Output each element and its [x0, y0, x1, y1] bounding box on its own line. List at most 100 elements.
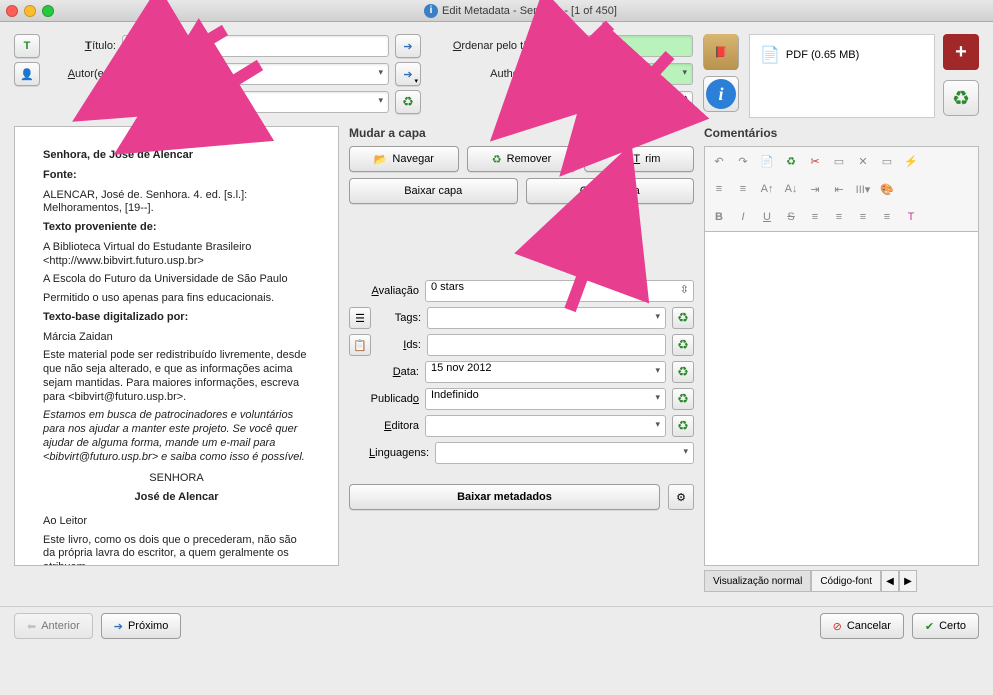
- published-input[interactable]: Indefinido: [425, 388, 666, 410]
- indent-button[interactable]: ⇥: [805, 179, 825, 199]
- recycle-icon: ♻: [677, 310, 689, 326]
- remove-cover-button[interactable]: ♻Remover: [467, 146, 577, 172]
- check-icon: ✔: [925, 620, 934, 633]
- undo-button[interactable]: ↶: [709, 151, 729, 171]
- superscript-button[interactable]: A↑: [757, 179, 777, 199]
- justify-left-button[interactable]: ≡: [805, 207, 825, 227]
- open-book-button[interactable]: 📕: [703, 34, 739, 70]
- browse-cover-button[interactable]: 📂Navegar: [349, 146, 459, 172]
- tab-source-view[interactable]: Código-font: [811, 570, 881, 592]
- comments-editor[interactable]: [704, 231, 979, 566]
- justify-full-button[interactable]: ≡: [877, 207, 897, 227]
- italic-button[interactable]: I: [733, 207, 753, 227]
- languages-label: Linguagens:: [349, 447, 429, 459]
- tab-scroll-left[interactable]: ◀: [881, 570, 899, 592]
- format-label: PDF (0.65 MB): [786, 49, 859, 61]
- zoom-window[interactable]: [42, 5, 54, 17]
- ids-label: Ids:: [377, 339, 421, 351]
- config-metadata-button[interactable]: ⚙: [668, 484, 694, 510]
- date-label: Data:: [349, 366, 419, 378]
- cancel-icon: ⊘: [833, 620, 842, 633]
- clear-tags-button[interactable]: ♻: [672, 307, 694, 329]
- download-metadata-button[interactable]: Baixar metadados: [349, 484, 660, 510]
- recycle-icon: ♻: [952, 86, 970, 111]
- clear-date-button[interactable]: ♻: [672, 361, 694, 383]
- next-button[interactable]: ➔Próximo: [101, 613, 182, 639]
- trim-icon: ▣: [618, 153, 628, 166]
- text-icon: T: [24, 40, 31, 52]
- manage-authors-button[interactable]: 👤: [14, 62, 40, 86]
- redo-button[interactable]: ↷: [733, 151, 753, 171]
- arrow-left-icon: ⬅: [27, 620, 36, 633]
- clear-series-button[interactable]: ♻: [395, 90, 421, 114]
- languages-input[interactable]: [435, 442, 694, 464]
- download-cover-button[interactable]: Baixar capa: [349, 178, 518, 204]
- cancel-button[interactable]: ⊘Cancelar: [820, 613, 904, 639]
- generate-cover-button[interactable]: Gerar capa: [526, 178, 695, 204]
- minimize-window[interactable]: [24, 5, 36, 17]
- series-number-input[interactable]: 1,00▴▾: [553, 91, 693, 113]
- recycle-icon: ♻: [492, 153, 502, 166]
- justify-right-button[interactable]: ≡: [853, 207, 873, 227]
- comments-toolbar: ↶ ↷ 📄 ♻ ✂ ▭ ✕ ▭ ⚡ ≡ ≡ A↑ A↓ ⇥ ⇤ III▾ 🎨 B: [704, 146, 979, 231]
- tags-editor-button[interactable]: ☰: [349, 307, 371, 329]
- cut-button[interactable]: ✂: [805, 151, 825, 171]
- cover-preview[interactable]: Senhora, de José de Alencar Fonte: ALENC…: [14, 126, 339, 566]
- clear-published-button[interactable]: ♻: [672, 388, 694, 410]
- select-all-button[interactable]: ▭: [829, 151, 849, 171]
- published-label: Publicado: [349, 393, 419, 405]
- copy-button[interactable]: 📄: [757, 151, 777, 171]
- align-left-button[interactable]: ≡: [709, 179, 729, 199]
- clear-button[interactable]: ▭: [877, 151, 897, 171]
- ok-button[interactable]: ✔Certo: [912, 613, 979, 639]
- tags-input[interactable]: [427, 307, 666, 329]
- close-window[interactable]: [6, 5, 18, 17]
- outdent-button[interactable]: ⇤: [829, 179, 849, 199]
- recycle-icon: ♻: [677, 337, 689, 353]
- rating-input[interactable]: 0 stars: [425, 280, 694, 302]
- window-controls: [6, 5, 54, 17]
- heading-button[interactable]: III▾: [853, 179, 873, 199]
- format-pdf-item[interactable]: 📄 PDF (0.65 MB): [756, 41, 928, 69]
- ids-input[interactable]: [427, 334, 666, 356]
- comments-title: Comentários: [704, 126, 979, 140]
- author-sort-label: Author sort:: [427, 68, 547, 80]
- bold-button[interactable]: B: [709, 207, 729, 227]
- author-label: Autor(es):: [46, 68, 116, 80]
- info-button[interactable]: i: [703, 76, 739, 112]
- swap-author-button[interactable]: ➔▾: [395, 62, 421, 86]
- cover-section-title: Mudar a capa: [349, 126, 694, 140]
- sort-title-label: Ordenar pelo título:: [427, 40, 547, 52]
- add-format-button[interactable]: +: [943, 34, 979, 70]
- subscript-button[interactable]: A↓: [781, 179, 801, 199]
- date-input[interactable]: 15 nov 2012: [425, 361, 666, 383]
- gear-icon: ⚙: [676, 491, 686, 504]
- trim-cover-button[interactable]: ▣Trim: [584, 146, 694, 172]
- title-input[interactable]: Senhora: [122, 35, 389, 57]
- ids-paste-button[interactable]: 📋: [349, 334, 371, 356]
- color-button[interactable]: 🎨: [877, 179, 897, 199]
- link-button[interactable]: ⚡: [901, 151, 921, 171]
- sort-title-input[interactable]: Senhora: [553, 35, 693, 57]
- tab-normal-view[interactable]: Visualização normal: [704, 570, 811, 592]
- swap-title-button[interactable]: ➔: [395, 34, 421, 58]
- info-icon: i: [706, 79, 736, 109]
- title-case-button[interactable]: T: [14, 34, 40, 58]
- underline-button[interactable]: U: [757, 207, 777, 227]
- font-color-button[interactable]: T: [901, 207, 921, 227]
- series-input[interactable]: [122, 91, 389, 113]
- clear-publisher-button[interactable]: ♻: [672, 415, 694, 437]
- align-center-button[interactable]: ≡: [733, 179, 753, 199]
- justify-center-button[interactable]: ≡: [829, 207, 849, 227]
- author-input[interactable]: Jose de Alencar: [122, 63, 389, 85]
- folder-icon: 📂: [374, 153, 388, 166]
- remove-format-button[interactable]: ✕: [853, 151, 873, 171]
- tab-scroll-right[interactable]: ▶: [899, 570, 917, 592]
- strike-button[interactable]: S: [781, 207, 801, 227]
- paste-button[interactable]: ♻: [781, 151, 801, 171]
- clear-ids-button[interactable]: ♻: [672, 334, 694, 356]
- author-sort-input[interactable]: Alencar, Jose de: [553, 63, 693, 85]
- publisher-input[interactable]: [425, 415, 666, 437]
- previous-button[interactable]: ⬅Anterior: [14, 613, 93, 639]
- remove-format-button[interactable]: ♻: [943, 80, 979, 116]
